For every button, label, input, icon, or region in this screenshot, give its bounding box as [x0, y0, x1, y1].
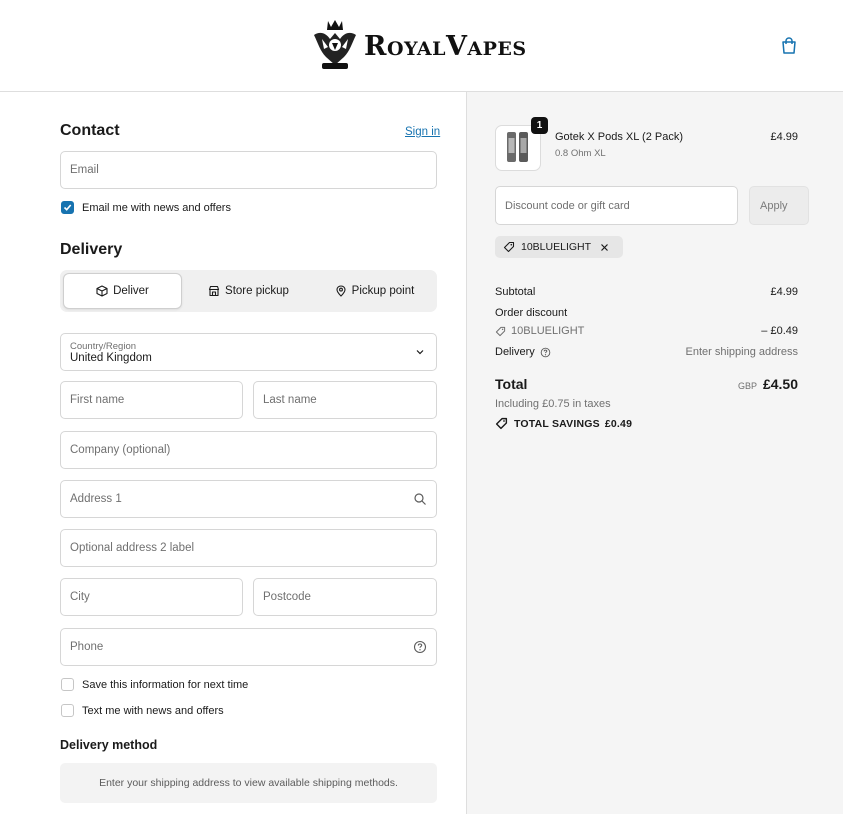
- apply-button[interactable]: Apply: [749, 186, 809, 225]
- checkbox-empty: [61, 678, 74, 691]
- city-input[interactable]: [61, 579, 242, 615]
- chevron-down-icon: [416, 350, 424, 355]
- delivery-method-title: Delivery method: [60, 738, 158, 752]
- email-news-label: Email me with news and offers: [82, 201, 231, 214]
- save-info-checkbox[interactable]: Save this information for next time: [61, 678, 248, 691]
- postcode-field[interactable]: [253, 578, 437, 616]
- crest-icon: [314, 20, 356, 69]
- discount-field[interactable]: [495, 186, 738, 225]
- order-discount-row: Order discount: [495, 307, 568, 319]
- phone-field[interactable]: [60, 628, 437, 666]
- map-pin-icon: [336, 285, 346, 297]
- store-pickup-option[interactable]: Store pickup: [186, 273, 311, 309]
- product-price: £4.99: [770, 131, 798, 143]
- deliver-option[interactable]: Deliver: [63, 273, 182, 309]
- savings-label: TOTAL SAVINGS: [514, 417, 600, 430]
- email-news-checkbox[interactable]: Email me with news and offers: [61, 201, 231, 214]
- delivery-method-message: Enter your shipping address to view avai…: [60, 763, 437, 803]
- package-icon: [96, 285, 108, 297]
- city-field[interactable]: [60, 578, 243, 616]
- tag-icon: [503, 241, 515, 253]
- subtotal-value: £4.99: [770, 286, 798, 298]
- discount-input[interactable]: [496, 187, 737, 224]
- search-icon: [414, 493, 426, 505]
- address1-field[interactable]: [60, 480, 437, 518]
- remove-discount-button[interactable]: [600, 243, 615, 252]
- email-input[interactable]: [61, 152, 436, 188]
- tag-icon: [495, 326, 506, 336]
- brand-name: RoyalVapes: [364, 30, 527, 62]
- currency-code: GBP: [737, 381, 757, 391]
- discount-value: – £0.49: [761, 325, 798, 337]
- total-label: Total: [495, 376, 528, 392]
- contact-title: Contact: [60, 122, 120, 139]
- country-select[interactable]: Country/Region United Kingdom: [60, 333, 437, 371]
- address2-input[interactable]: [61, 530, 436, 566]
- store-icon: [208, 285, 220, 297]
- taxes-note: Including £0.75 in taxes: [495, 398, 611, 410]
- savings-value: £0.49: [604, 417, 633, 430]
- delivery-type-selector: Deliver Store pickup Pickup point: [60, 270, 437, 312]
- address1-input[interactable]: [61, 481, 436, 517]
- text-news-checkbox[interactable]: Text me with news and offers: [61, 704, 224, 717]
- save-info-label: Save this information for next time: [82, 678, 249, 691]
- total-value: £4.50: [762, 376, 798, 392]
- taxes-row: Including £0.75 in taxes: [495, 398, 798, 410]
- first-name-field[interactable]: [60, 381, 243, 419]
- checkbox-empty: [61, 704, 74, 717]
- delivery-title: Delivery: [60, 241, 123, 258]
- company-field[interactable]: [60, 431, 437, 469]
- checkout-form: Contact Sign in Email me with news and o…: [0, 92, 466, 814]
- discount-code-label: 10BLUELIGHT: [511, 325, 585, 337]
- total-row: Total GBP £4.50: [495, 376, 798, 392]
- applied-discount-chip: 10BLUELIGHT: [495, 236, 624, 258]
- first-name-input[interactable]: [61, 382, 242, 418]
- help-circle-icon[interactable]: [540, 347, 551, 358]
- brand-logo[interactable]: RoyalVapes: [310, 16, 527, 76]
- checkout-header: RoyalVapes: [0, 0, 843, 92]
- sign-in-link[interactable]: Sign in: [405, 126, 440, 138]
- total-savings: TOTAL SAVINGS £0.49: [495, 417, 632, 430]
- last-name-input[interactable]: [254, 382, 436, 418]
- help-circle-icon[interactable]: [413, 640, 427, 654]
- phone-input[interactable]: [61, 629, 436, 665]
- checkmark-icon: [61, 201, 74, 214]
- country-label: Country/Region: [70, 341, 137, 352]
- product-variant: 0.8 Ohm XL: [555, 148, 606, 159]
- postcode-input[interactable]: [254, 579, 436, 615]
- subtotal-row: Subtotal £4.99: [495, 286, 798, 298]
- delivery-row: Delivery Enter shipping address: [495, 346, 798, 358]
- address2-field[interactable]: [60, 529, 437, 567]
- country-value: United Kingdom: [70, 352, 152, 364]
- quantity-badge: 1: [531, 117, 548, 134]
- tag-icon: [495, 417, 508, 430]
- last-name-field[interactable]: [253, 381, 437, 419]
- cart-button[interactable]: [779, 36, 799, 56]
- delivery-value: Enter shipping address: [685, 346, 798, 358]
- shopping-bag-icon: [782, 37, 796, 54]
- company-input[interactable]: [61, 432, 436, 468]
- product-name: Gotek X Pods XL (2 Pack): [555, 131, 683, 143]
- applied-code: 10BLUELIGHT: [521, 241, 592, 253]
- close-icon: [601, 243, 608, 251]
- email-field[interactable]: [60, 151, 437, 189]
- pickup-point-option[interactable]: Pickup point: [315, 273, 434, 309]
- discount-code-row: 10BLUELIGHT – £0.49: [495, 325, 798, 337]
- text-news-label: Text me with news and offers: [82, 704, 224, 717]
